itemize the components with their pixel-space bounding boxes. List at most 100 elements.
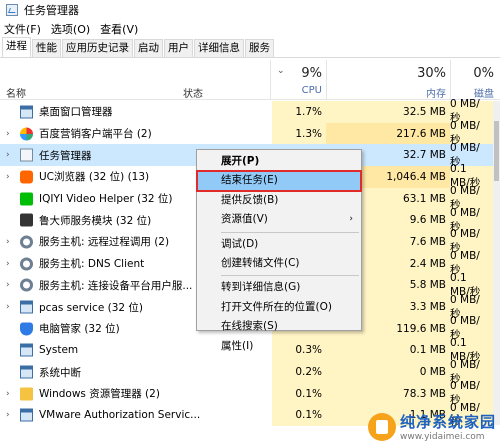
column-name-header[interactable]: 名称 (6, 85, 26, 100)
process-name: VMware Authorization Servic... (39, 409, 201, 422)
process-row[interactable]: 系统中断 0.2% 0 MB 0 MB/秒 (0, 359, 493, 385)
menu-file[interactable]: 文件(F) (4, 21, 41, 37)
process-name: IQIYI Video Helper (32 位) (39, 193, 173, 206)
window-icon (20, 300, 33, 314)
process-row[interactable]: › 百度营销客户端平台 (2) 1.3% 217.6 MB 0 MB/秒 (0, 120, 493, 146)
tab-users[interactable]: 用户 (164, 39, 193, 57)
process-cpu: 1.3% (272, 122, 326, 145)
watermark: 纯净系统家园 www.yidaimei.com (367, 411, 496, 442)
process-name: System (39, 344, 79, 357)
context-menu-item[interactable]: 打开文件所在的位置(O) (197, 298, 361, 317)
window-icon (20, 408, 33, 422)
ludashi-icon (20, 213, 33, 227)
process-name: 服务主机: 远程过程调用 (2) (39, 236, 170, 249)
window-icon (20, 365, 33, 379)
memory-percent[interactable]: 30% (400, 66, 446, 81)
process-memory: 78.3 MB (326, 382, 450, 405)
process-name: 任务管理器 (39, 149, 92, 162)
process-cpu: 0.1% (272, 404, 326, 427)
column-memory-header[interactable]: 内存 (400, 85, 446, 100)
expand-chevron-icon[interactable]: › (6, 172, 10, 182)
tab-performance[interactable]: 性能 (32, 39, 61, 57)
gear-icon (20, 235, 33, 249)
shield-icon (20, 322, 33, 336)
watermark-title: 纯净系统家园 (399, 413, 496, 431)
expand-chevron-icon[interactable]: › (6, 280, 10, 290)
process-name: 桌面窗口管理器 (39, 106, 113, 119)
column-divider[interactable] (270, 60, 271, 100)
cpu-percent[interactable]: 9% (288, 66, 322, 81)
process-memory: 32.5 MB (326, 101, 450, 123)
tab-bar: 进程 性能 应用历史记录 启动 用户 详细信息 服务 (0, 37, 500, 58)
context-menu-label: 提供反馈(B) (221, 193, 279, 206)
gear-icon (20, 278, 33, 292)
context-menu-label: 转到详细信息(G) (221, 281, 301, 294)
disk-percent[interactable]: 0% (454, 66, 494, 81)
column-cpu-header[interactable]: CPU (288, 85, 322, 96)
title-bar: 任务管理器 (0, 0, 500, 19)
context-menu-label: 调试(D) (221, 237, 259, 250)
context-menu-label: 结束任务(E) (221, 174, 278, 187)
gear-icon (20, 257, 33, 271)
column-divider[interactable] (326, 60, 327, 100)
baidu-icon (20, 127, 33, 141)
process-name: 系统中断 (39, 366, 81, 379)
process-cpu: 1.7% (272, 101, 326, 123)
column-header: 名称 状态 ⌄ 9% CPU 30% 内存 0% 磁盘 (0, 60, 500, 100)
task-manager-icon (20, 148, 33, 162)
tab-startup[interactable]: 启动 (134, 39, 163, 57)
tab-services[interactable]: 服务 (245, 39, 274, 57)
process-memory: 0 MB (326, 361, 450, 383)
scrollbar-thumb[interactable] (494, 121, 499, 181)
sort-chevron-icon: ⌄ (277, 66, 285, 76)
menu-view[interactable]: 查看(V) (100, 21, 138, 37)
context-menu-item[interactable]: 展开(P) (197, 152, 361, 171)
process-name: Windows 资源管理器 (2) (39, 388, 160, 401)
context-menu-item[interactable]: 提供反馈(B) (197, 191, 361, 210)
context-menu-label: 打开文件所在的位置(O) (221, 300, 332, 313)
context-menu-label: 资源值(V) (221, 213, 268, 226)
context-menu-label: 创建转储文件(C) (221, 256, 300, 269)
uc-browser-icon (20, 170, 33, 184)
column-status-header[interactable]: 状态 (183, 85, 203, 100)
context-menu-item[interactable]: 调试(D) (197, 235, 361, 254)
context-menu-label: 在线搜索(S) (221, 320, 278, 333)
context-menu-item[interactable]: 创建转储文件(C) (197, 254, 361, 273)
expand-chevron-icon[interactable]: › (6, 237, 10, 247)
process-cpu: 0.2% (272, 361, 326, 383)
context-menu-item[interactable]: 资源值(V) › (197, 210, 361, 229)
expand-chevron-icon[interactable]: › (6, 129, 10, 139)
window-icon (20, 343, 33, 357)
process-name: 百度营销客户端平台 (2) (39, 128, 152, 141)
expand-chevron-icon[interactable]: › (6, 410, 10, 420)
task-manager-icon (6, 3, 18, 16)
process-cpu: 0.1% (272, 382, 326, 405)
process-row[interactable]: 桌面窗口管理器 1.7% 32.5 MB 0 MB/秒 (0, 98, 493, 124)
tab-processes[interactable]: 进程 (2, 37, 31, 57)
submenu-arrow-icon: › (349, 214, 353, 225)
tab-app-history[interactable]: 应用历史记录 (62, 39, 133, 57)
menu-separator (221, 231, 359, 233)
context-menu-item[interactable]: 属性(I) (197, 337, 361, 356)
process-row[interactable]: › Windows 资源管理器 (2) 0.1% 78.3 MB 0 MB/秒 (0, 380, 493, 406)
context-menu-label: 展开(P) (221, 155, 260, 167)
watermark-logo-icon (367, 412, 396, 441)
folder-icon (20, 387, 33, 401)
expand-chevron-icon[interactable]: › (6, 150, 10, 160)
expand-chevron-icon[interactable]: › (6, 259, 10, 269)
context-menu: 展开(P) 结束任务(E) 提供反馈(B) 资源值(V) › 调试(D) 创建转储文件(C)… (196, 149, 362, 352)
tab-details[interactable]: 详细信息 (194, 39, 244, 57)
expand-chevron-icon[interactable]: › (6, 302, 10, 312)
column-divider[interactable] (450, 60, 451, 100)
context-menu-item[interactable]: 转到详细信息(G) (197, 278, 361, 297)
context-menu-item[interactable]: 结束任务(E) (196, 170, 362, 192)
vertical-scrollbar[interactable] (493, 101, 500, 425)
context-menu-item[interactable]: 在线搜索(S) (197, 317, 361, 336)
menu-options[interactable]: 选项(O) (51, 21, 90, 37)
window-title: 任务管理器 (24, 3, 79, 17)
process-name: 服务主机: 连接设备平台用户服... (39, 279, 193, 292)
process-name: 服务主机: DNS Client (39, 258, 145, 271)
expand-chevron-icon[interactable]: › (6, 389, 10, 399)
menu-bar: 文件(F) 选项(O) 查看(V) (0, 20, 148, 37)
iqiyi-icon (20, 192, 33, 206)
